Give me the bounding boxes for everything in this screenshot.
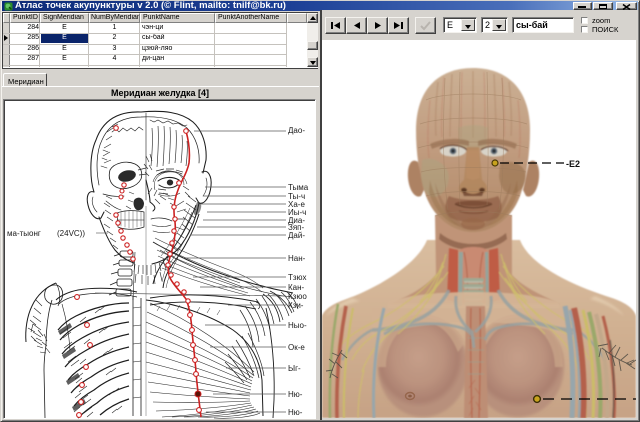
svg-text:Ок-е: Ок-е	[288, 343, 305, 352]
svg-text:Нан-: Нан-	[288, 254, 306, 263]
svg-text:Ныо-: Ныо-	[288, 321, 307, 330]
svg-text:Тзюх: Тзюх	[288, 273, 306, 282]
svg-text:Тыма: Тыма	[288, 183, 309, 192]
svg-text:Кан-: Кан-	[288, 283, 305, 292]
svg-text:Кзи-: Кзи-	[288, 301, 304, 310]
svg-text:Кзюо: Кзюо	[288, 292, 307, 301]
svg-text:Дай-: Дай-	[288, 231, 305, 240]
svg-text:-E2: -E2	[566, 159, 580, 169]
svg-text:Ню-: Ню-	[288, 390, 303, 399]
svg-text:Дао-: Дао-	[288, 126, 305, 135]
svg-text:Ыг-: Ыг-	[288, 364, 301, 373]
svg-text:(24VC)): (24VC))	[57, 229, 85, 238]
svg-text:ма-тыонг: ма-тыонг	[7, 229, 41, 238]
svg-text:Ню-: Ню-	[288, 408, 303, 417]
